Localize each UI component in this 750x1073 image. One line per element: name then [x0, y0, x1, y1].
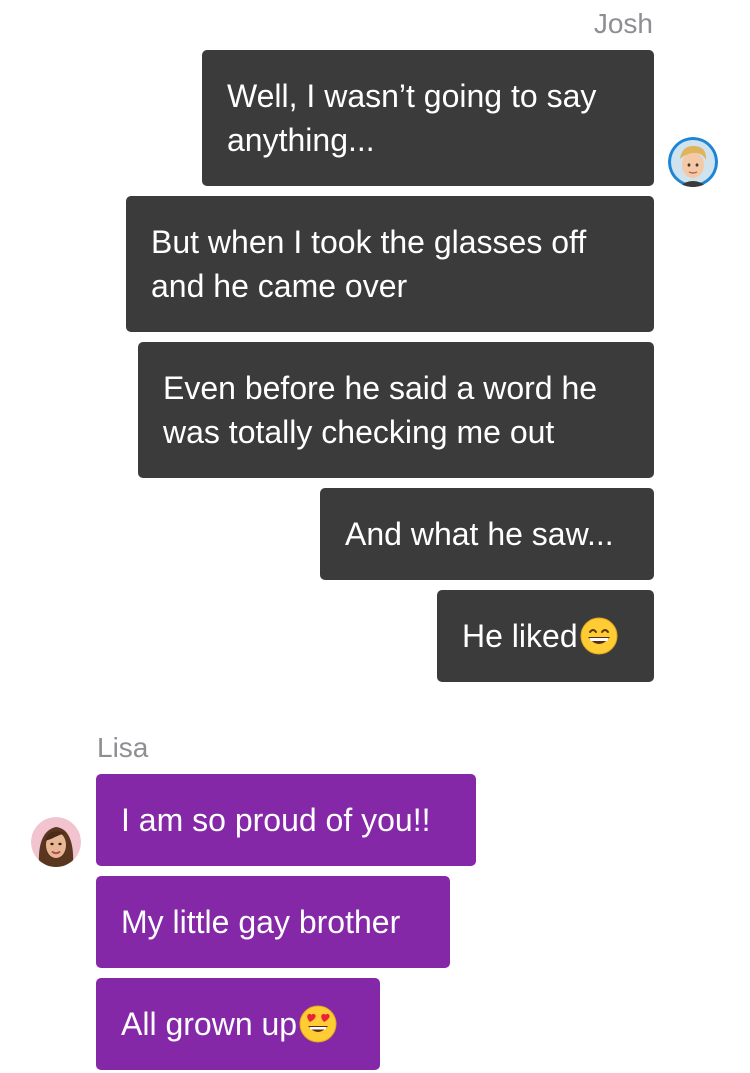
message-text: And what he saw... — [345, 516, 614, 552]
chat-thread: Josh Well, I wasn’t going to say anythin… — [0, 0, 750, 1073]
message-text: My little gay brother — [121, 904, 401, 940]
avatar-lisa-icon — [31, 817, 81, 867]
heart-eyes-emoji-icon — [299, 1005, 337, 1043]
message-bubble[interactable]: Well, I wasn’t going to say anything... — [202, 50, 654, 186]
message-bubble[interactable]: My little gay brother — [96, 876, 450, 968]
message-text: All grown up — [121, 1006, 298, 1042]
message-text: Even before he said a word he was totall… — [163, 370, 598, 450]
message-text: Well, I wasn’t going to say anything... — [227, 78, 597, 158]
message-text: I am so proud of you!! — [121, 802, 431, 838]
message-text: He liked — [462, 618, 578, 654]
message-bubble[interactable]: All grown up — [96, 978, 380, 1070]
message-bubble[interactable]: I am so proud of you!! — [96, 774, 476, 866]
lisa-avatar[interactable] — [31, 817, 81, 867]
avatar-josh-icon — [668, 137, 718, 187]
grinning-face-emoji-icon — [580, 617, 618, 655]
josh-avatar[interactable] — [668, 137, 718, 187]
sender-name-josh: Josh — [593, 8, 653, 39]
message-bubble[interactable]: Even before he said a word he was totall… — [138, 342, 654, 478]
message-bubble[interactable]: He liked — [437, 590, 654, 682]
message-bubble[interactable]: But when I took the glasses off and he c… — [126, 196, 654, 332]
message-bubble[interactable]: And what he saw... — [320, 488, 654, 580]
message-text: But when I took the glasses off and he c… — [151, 224, 587, 304]
sender-name-lisa: Lisa — [97, 732, 149, 763]
